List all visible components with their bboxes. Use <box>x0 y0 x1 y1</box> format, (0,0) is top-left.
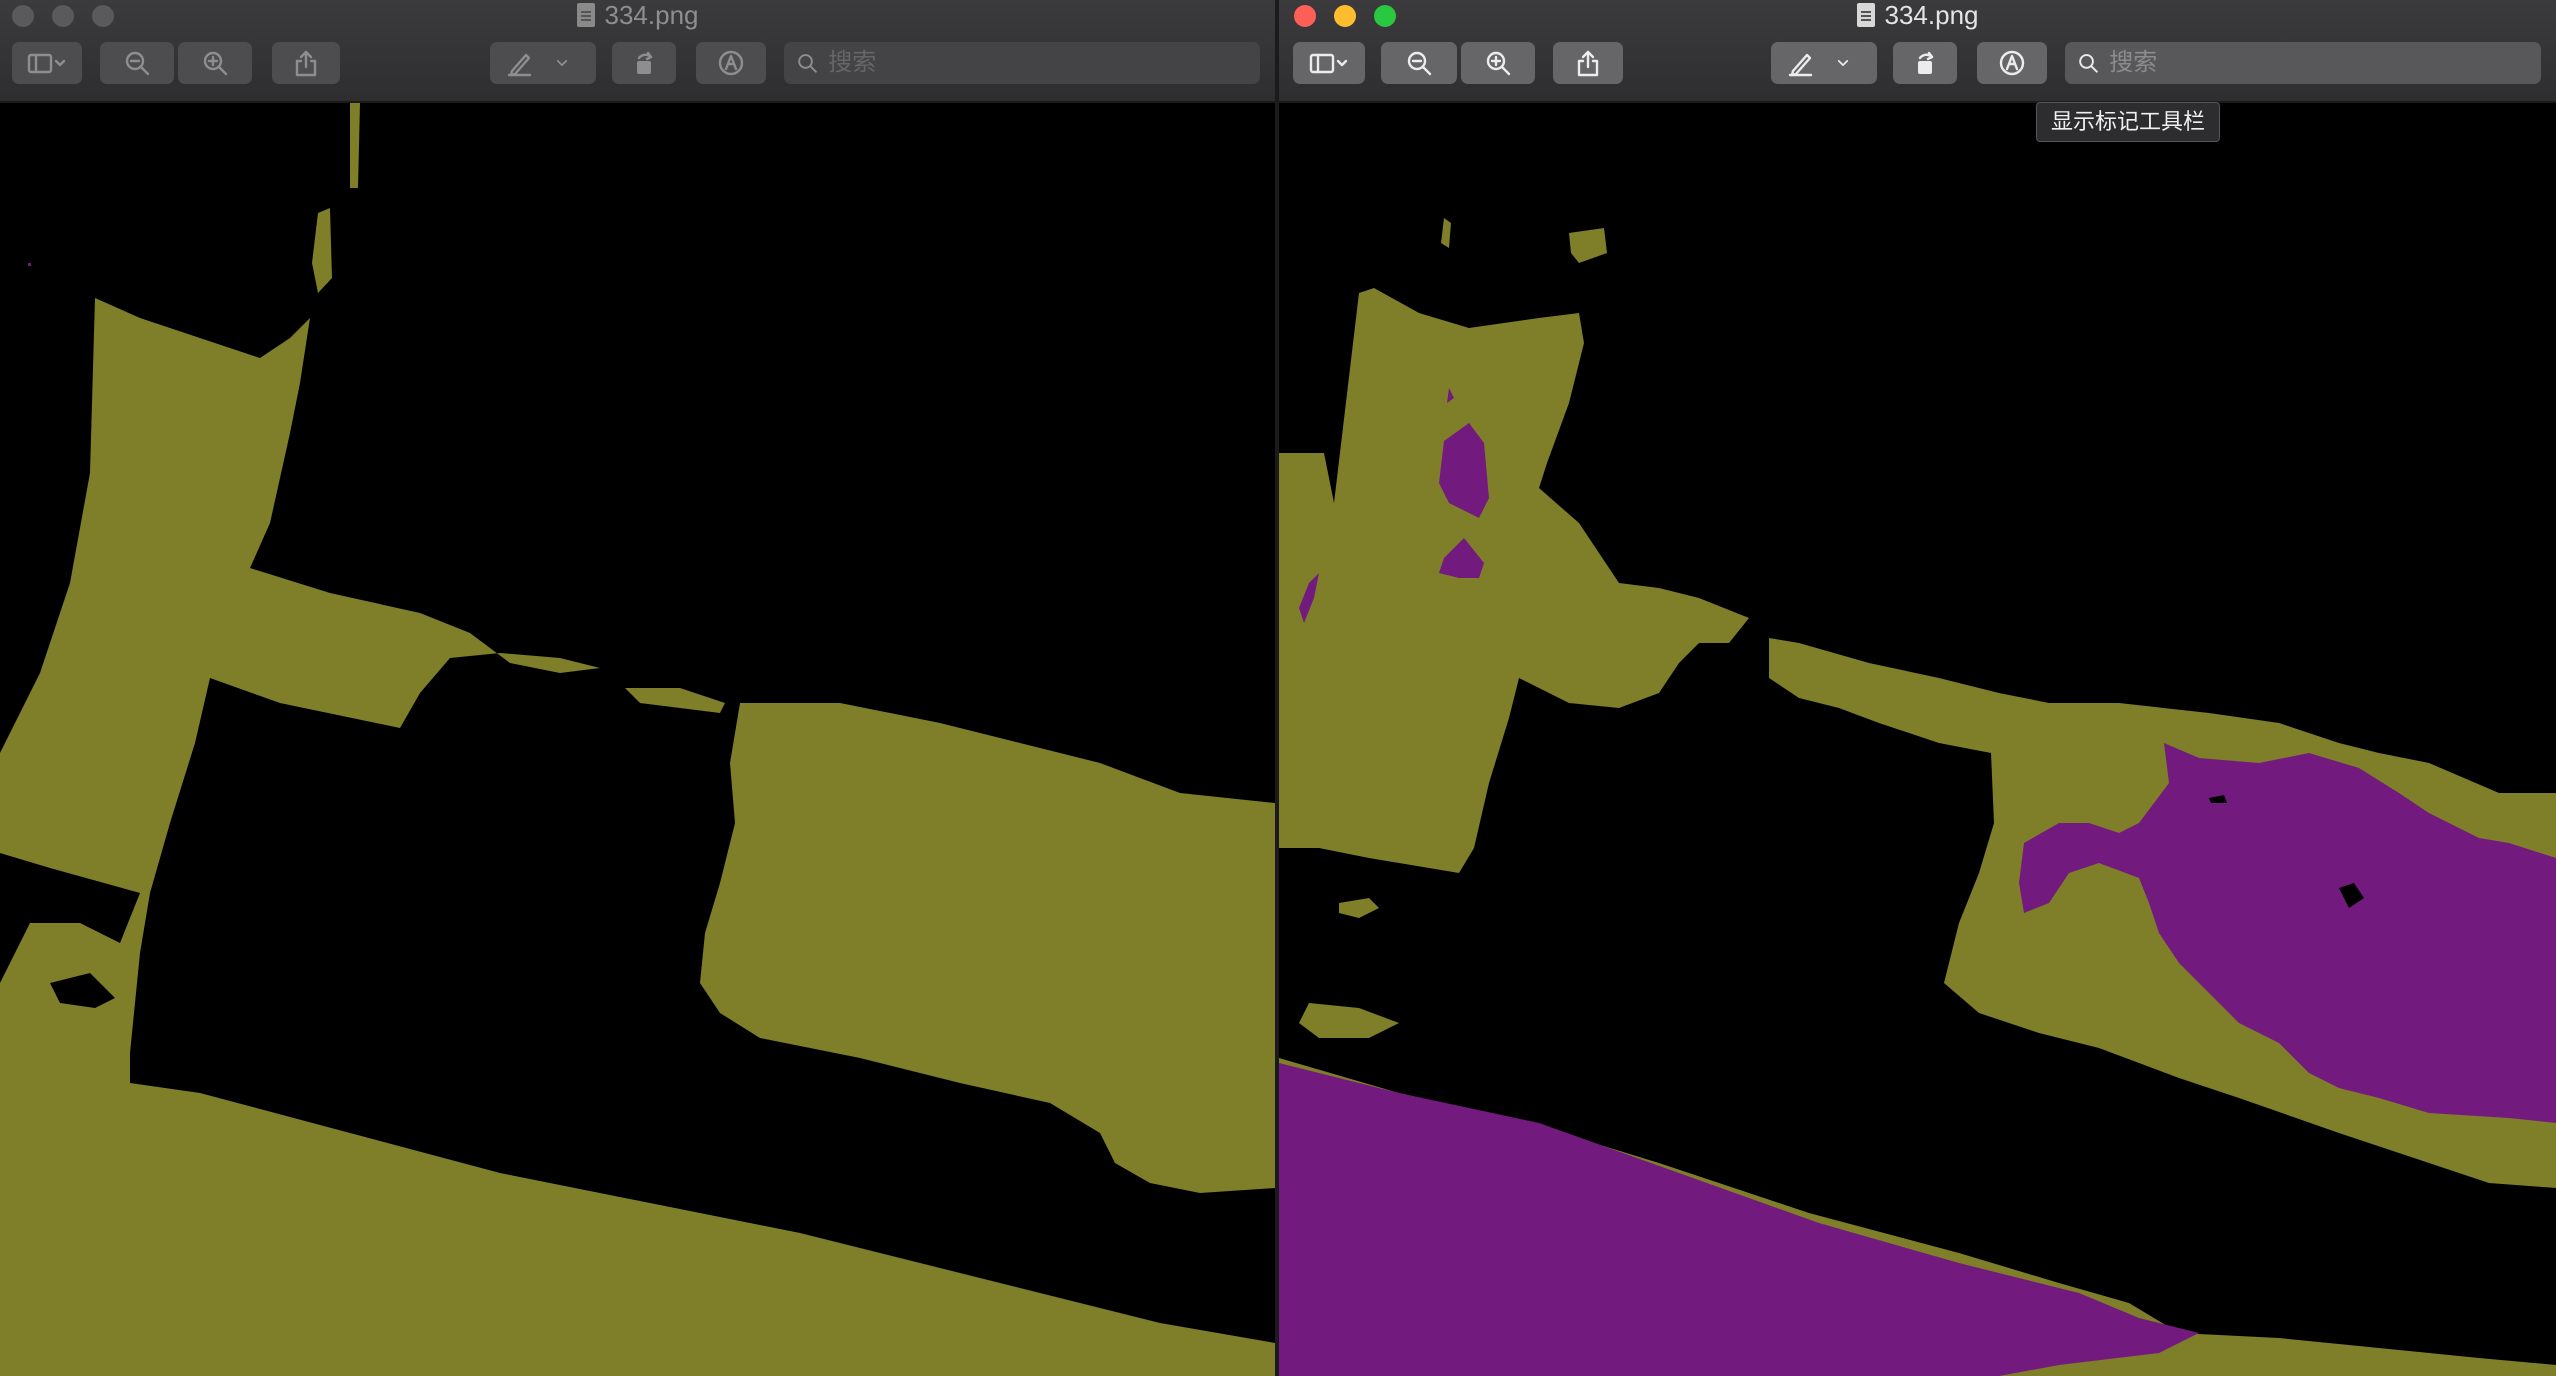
search-icon <box>798 54 817 73</box>
markup-toolbar-button[interactable] <box>1977 42 2047 84</box>
search-icon <box>2079 54 2098 73</box>
share-button[interactable] <box>272 42 340 84</box>
pen-icon <box>507 53 532 77</box>
document-icon <box>576 3 595 27</box>
zoom-out-button[interactable] <box>1381 42 1457 84</box>
markup-toolbar-tooltip: 显示标记工具栏 <box>2036 102 2221 142</box>
sidebar-icon <box>27 53 66 74</box>
zoom-in-icon <box>1486 51 1511 76</box>
share-button[interactable] <box>1553 42 1623 84</box>
pen-icon <box>1788 53 1813 77</box>
rotate-button[interactable] <box>612 42 676 84</box>
markup-pen-button[interactable] <box>1771 42 1877 84</box>
segmentation-image-right <box>1279 103 2556 1376</box>
share-icon <box>295 50 317 77</box>
markup-icon <box>1999 50 2025 76</box>
window-title: 334.png <box>604 0 699 30</box>
search-input[interactable] <box>2107 48 2541 78</box>
sidebar-toggle-button[interactable] <box>1293 42 1365 84</box>
sidebar-toggle-button[interactable] <box>12 42 82 84</box>
rotate-button[interactable] <box>1893 42 1957 84</box>
search-field[interactable] <box>2065 42 2541 84</box>
zoom-in-button[interactable] <box>178 42 252 84</box>
minimize-button[interactable] <box>52 5 74 27</box>
zoom-button[interactable] <box>92 5 114 27</box>
zoom-out-icon <box>125 51 150 76</box>
window-title: 334.png <box>1884 0 1979 30</box>
sidebar-icon <box>1309 53 1348 74</box>
rotate-icon <box>637 51 653 74</box>
share-icon <box>1577 50 1599 77</box>
markup-toolbar-button[interactable] <box>696 42 766 84</box>
markup-pen-button[interactable] <box>490 42 596 84</box>
zoom-in-icon <box>203 51 228 76</box>
right-preview-window: 334.png <box>1279 0 2556 1376</box>
zoom-in-button[interactable] <box>1461 42 1535 84</box>
image-canvas <box>0 103 1275 1376</box>
chevron-down-icon <box>1837 60 1849 66</box>
close-button[interactable] <box>12 5 34 27</box>
image-canvas <box>1279 103 2556 1376</box>
search-input[interactable] <box>826 48 1260 78</box>
zoom-out-icon <box>1407 51 1432 76</box>
zoom-out-button[interactable] <box>100 42 174 84</box>
title-bar: 334.png <box>1279 0 2556 103</box>
search-field[interactable] <box>784 42 1260 84</box>
title-bar: 334.png <box>0 0 1275 103</box>
chevron-down-icon <box>556 60 568 66</box>
minimize-button[interactable] <box>1334 5 1356 27</box>
rotate-icon <box>1918 51 1934 74</box>
close-button[interactable] <box>1294 5 1316 27</box>
markup-icon <box>718 50 744 76</box>
document-icon <box>1856 3 1875 27</box>
left-preview-window: 334.png <box>0 0 1275 1376</box>
segmentation-image-left <box>0 103 1275 1376</box>
zoom-button[interactable] <box>1374 5 1396 27</box>
